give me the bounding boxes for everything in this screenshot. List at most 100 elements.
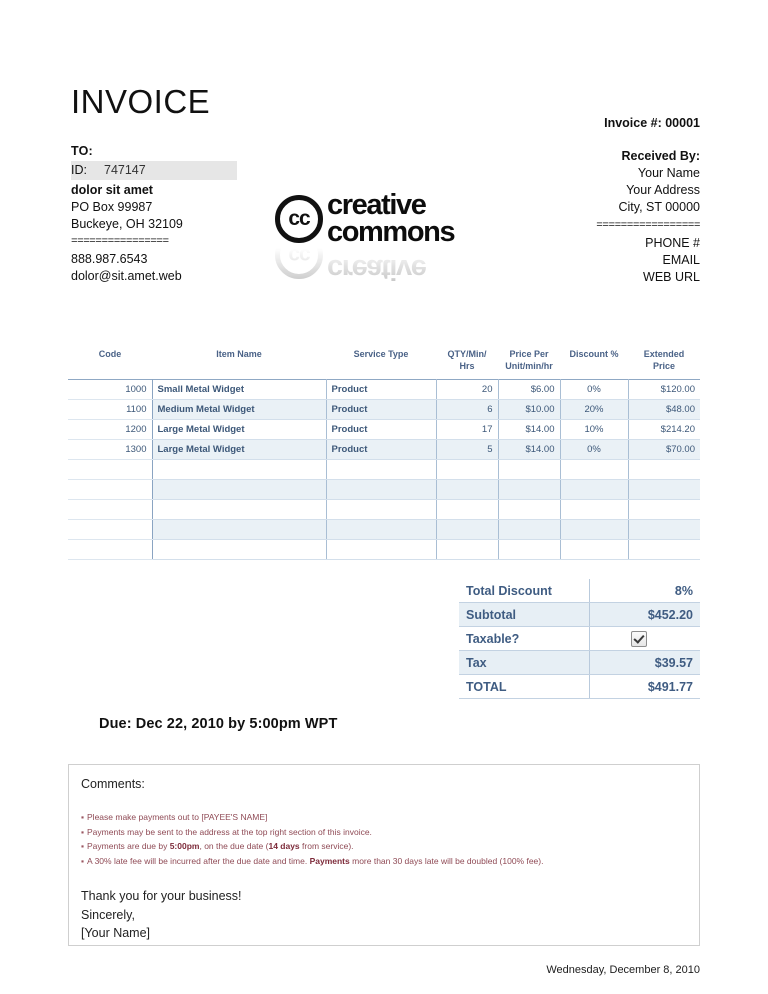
- line-item-code[interactable]: 1100: [68, 399, 153, 420]
- line-item-code[interactable]: 1200: [68, 419, 153, 440]
- line-item-qty[interactable]: 5: [436, 439, 499, 460]
- line-item-discount[interactable]: [560, 459, 629, 480]
- column-header-extended-line1: Extended: [643, 349, 685, 359]
- line-item-extended-price[interactable]: $120.00: [628, 379, 700, 400]
- bullet-icon: ▪: [81, 841, 85, 851]
- table-row-subtotal: Subtotal $452.20: [459, 602, 700, 627]
- line-item-service-type[interactable]: Product: [326, 379, 437, 400]
- line-item-name[interactable]: [152, 499, 327, 520]
- line-item-discount[interactable]: [560, 479, 629, 500]
- cc-badge-icon-reflection: cc: [275, 248, 323, 279]
- line-item-service-type[interactable]: Product: [326, 399, 437, 420]
- line-item-discount[interactable]: 0%: [560, 379, 629, 400]
- line-item-discount[interactable]: 0%: [560, 439, 629, 460]
- table-row[interactable]: 1000 Small Metal Widget Product 20 $6.00 0% $1…: [68, 379, 700, 400]
- line-item-unit-price[interactable]: [498, 459, 561, 480]
- line-item-service-type[interactable]: [326, 499, 437, 520]
- line-item-code[interactable]: 1000: [68, 379, 153, 400]
- taxable-checkbox[interactable]: [630, 630, 647, 647]
- note-text: , on the due date (: [199, 841, 269, 851]
- line-item-qty[interactable]: 17: [436, 419, 499, 440]
- line-item-discount[interactable]: [560, 539, 629, 560]
- line-item-unit-price[interactable]: [498, 519, 561, 540]
- line-item-qty[interactable]: [436, 459, 499, 480]
- line-item-unit-price[interactable]: [498, 539, 561, 560]
- line-item-extended-price[interactable]: [628, 539, 700, 560]
- line-item-code[interactable]: [68, 499, 153, 520]
- line-item-extended-price[interactable]: $70.00: [628, 439, 700, 460]
- line-item-code[interactable]: [68, 539, 153, 560]
- line-item-discount[interactable]: 10%: [560, 419, 629, 440]
- line-item-name[interactable]: Medium Metal Widget: [152, 399, 327, 420]
- table-row[interactable]: 1200 Large Metal Widget Product 17 $14.00 10%…: [68, 419, 700, 440]
- line-item-code[interactable]: 1300: [68, 439, 153, 460]
- column-header-price: Price Per Unit/min/hr: [498, 348, 560, 380]
- line-item-service-type[interactable]: Product: [326, 419, 437, 440]
- line-item-extended-price[interactable]: $214.20: [628, 419, 700, 440]
- received-by-label: Received By:: [621, 149, 700, 163]
- line-item-name[interactable]: Large Metal Widget: [152, 419, 327, 440]
- total-discount-value: 8%: [589, 579, 700, 603]
- line-item-unit-price[interactable]: $6.00: [498, 379, 561, 400]
- line-item-discount[interactable]: [560, 499, 629, 520]
- payment-terms-list: ▪ Please make payments out to [PAYEE'S NA…: [81, 810, 687, 868]
- line-item-name[interactable]: Large Metal Widget: [152, 439, 327, 460]
- line-item-service-type[interactable]: [326, 479, 437, 500]
- line-item-extended-price[interactable]: [628, 519, 700, 540]
- line-item-qty[interactable]: [436, 519, 499, 540]
- line-item-service-type[interactable]: [326, 519, 437, 540]
- line-item-qty[interactable]: 6: [436, 399, 499, 420]
- table-row[interactable]: 1100 Medium Metal Widget Product 6 $10.00 20%…: [68, 399, 700, 420]
- bill-to-city-state-zip: Buckeye, OH 32109: [71, 217, 183, 231]
- line-item-extended-price[interactable]: [628, 479, 700, 500]
- line-item-name[interactable]: Small Metal Widget: [152, 379, 327, 400]
- table-row-total-discount: Total Discount 8%: [459, 579, 700, 603]
- line-item-name[interactable]: [152, 459, 327, 480]
- column-header-qty: QTY/Min/ Hrs: [436, 348, 498, 380]
- subtotal-value: $452.20: [589, 602, 700, 627]
- received-by-web: WEB URL: [643, 270, 700, 284]
- bill-to-label: TO:: [71, 144, 93, 158]
- line-item-unit-price[interactable]: [498, 479, 561, 500]
- tax-value: $39.57: [589, 650, 700, 675]
- note-emphasis: 5:00pm: [169, 841, 200, 851]
- line-item-name[interactable]: [152, 519, 327, 540]
- wordmark-reflection-line2: commons: [327, 248, 454, 258]
- taxable-label: Taxable?: [459, 626, 590, 651]
- line-item-unit-price[interactable]: $14.00: [498, 419, 561, 440]
- table-row[interactable]: [68, 539, 700, 560]
- line-item-service-type[interactable]: [326, 459, 437, 480]
- line-item-code[interactable]: [68, 519, 153, 540]
- line-item-service-type[interactable]: Product: [326, 439, 437, 460]
- line-item-extended-price[interactable]: [628, 459, 700, 480]
- table-row[interactable]: [68, 519, 700, 540]
- line-item-service-type[interactable]: [326, 539, 437, 560]
- received-by-city-state-zip: City, ST 00000: [618, 200, 700, 214]
- line-item-code[interactable]: [68, 459, 153, 480]
- received-by-separator: =================: [596, 220, 700, 232]
- bullet-icon: ▪: [81, 812, 85, 822]
- line-item-extended-price[interactable]: [628, 499, 700, 520]
- line-item-unit-price[interactable]: [498, 499, 561, 520]
- line-item-unit-price[interactable]: $14.00: [498, 439, 561, 460]
- creative-commons-logo: cc creative commons cc creative commons: [275, 191, 507, 282]
- line-item-code[interactable]: [68, 479, 153, 500]
- line-item-extended-price[interactable]: $48.00: [628, 399, 700, 420]
- table-row[interactable]: [68, 499, 700, 520]
- line-item-name[interactable]: [152, 539, 327, 560]
- table-row[interactable]: [68, 479, 700, 500]
- table-row[interactable]: 1300 Large Metal Widget Product 5 $14.00 0% $7…: [68, 439, 700, 460]
- bill-to-email: dolor@sit.amet.web: [71, 269, 182, 283]
- line-item-qty[interactable]: [436, 499, 499, 520]
- table-row[interactable]: [68, 459, 700, 480]
- wordmark-reflection: creative commons: [327, 248, 454, 282]
- line-item-qty[interactable]: [436, 479, 499, 500]
- customer-id-field[interactable]: ID: 747147: [71, 161, 237, 180]
- line-item-unit-price[interactable]: $10.00: [498, 399, 561, 420]
- line-item-discount[interactable]: [560, 519, 629, 540]
- line-item-name[interactable]: [152, 479, 327, 500]
- line-item-qty[interactable]: 20: [436, 379, 499, 400]
- taxable-cell: [589, 626, 700, 651]
- line-item-discount[interactable]: 20%: [560, 399, 629, 420]
- line-item-qty[interactable]: [436, 539, 499, 560]
